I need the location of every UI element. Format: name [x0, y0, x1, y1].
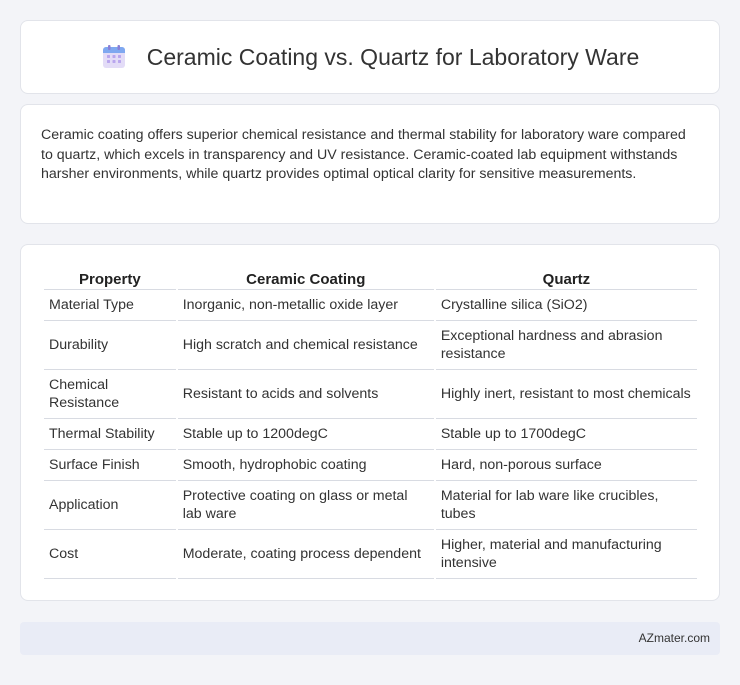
intro-paragraph: Ceramic coating offers superior chemical…	[41, 127, 686, 182]
table-row: Material Type Inorganic, non-metallic ox…	[44, 290, 697, 321]
table-header-row: Property Ceramic Coating Quartz	[44, 263, 697, 290]
cell-property: Thermal Stability	[44, 419, 176, 450]
table-row: Surface Finish Smooth, hydrophobic coati…	[44, 450, 697, 481]
cell-ceramic: Smooth, hydrophobic coating	[177, 450, 434, 481]
header-property: Property	[44, 263, 176, 290]
cell-ceramic: Protective coating on glass or metal lab…	[177, 481, 434, 530]
table-row: Durability High scratch and chemical res…	[44, 321, 697, 370]
cell-ceramic: Inorganic, non-metallic oxide layer	[177, 290, 434, 321]
title-wrap: Ceramic Coating vs. Quartz for Laborator…	[101, 43, 640, 71]
cell-property: Chemical Resistance	[44, 370, 176, 419]
header-quartz: Quartz	[435, 263, 697, 290]
cell-property: Durability	[44, 321, 176, 370]
footer-bar: AZmater.com	[20, 622, 720, 655]
cell-quartz: Exceptional hardness and abrasion resist…	[435, 321, 697, 370]
comparison-table: Property Ceramic Coating Quartz Material…	[42, 263, 699, 579]
header-ceramic-coating: Ceramic Coating	[177, 263, 434, 290]
cell-property: Application	[44, 481, 176, 530]
footer-brand[interactable]: AZmater.com	[639, 631, 710, 645]
comparison-card: Property Ceramic Coating Quartz Material…	[20, 244, 720, 601]
cell-property: Material Type	[44, 290, 176, 321]
cell-quartz: Material for lab ware like crucibles, tu…	[435, 481, 697, 530]
table-row: Chemical Resistance Resistant to acids a…	[44, 370, 697, 419]
cell-ceramic: High scratch and chemical resistance	[177, 321, 434, 370]
table-row: Thermal Stability Stable up to 1200degC …	[44, 419, 697, 450]
intro-card: Ceramic coating offers superior chemical…	[20, 104, 720, 224]
table-row: Cost Moderate, coating process dependent…	[44, 530, 697, 579]
cell-ceramic: Moderate, coating process dependent	[177, 530, 434, 579]
cell-quartz: Highly inert, resistant to most chemical…	[435, 370, 697, 419]
calendar-icon	[102, 45, 125, 68]
header-card: Ceramic Coating vs. Quartz for Laborator…	[20, 20, 720, 94]
cell-quartz: Crystalline silica (SiO2)	[435, 290, 697, 321]
cell-quartz: Hard, non-porous surface	[435, 450, 697, 481]
table-row: Application Protective coating on glass …	[44, 481, 697, 530]
cell-property: Surface Finish	[44, 450, 176, 481]
page-title: Ceramic Coating vs. Quartz for Laborator…	[146, 43, 640, 70]
cell-property: Cost	[44, 530, 176, 579]
cell-ceramic: Resistant to acids and solvents	[177, 370, 434, 419]
cell-ceramic: Stable up to 1200degC	[177, 419, 434, 450]
cell-quartz: Stable up to 1700degC	[435, 419, 697, 450]
cell-quartz: Higher, material and manufacturing inten…	[435, 530, 697, 579]
